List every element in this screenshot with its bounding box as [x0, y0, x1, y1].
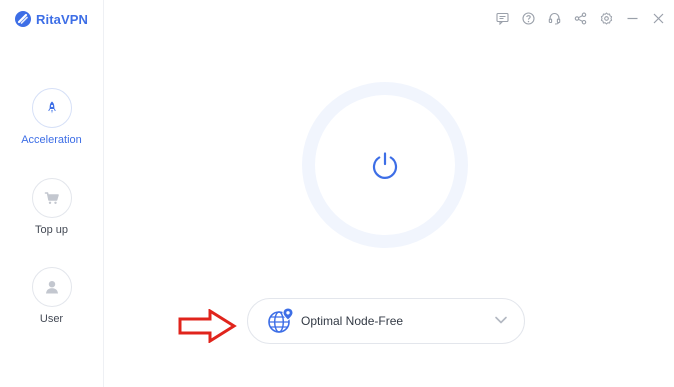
app-logo: RitaVPN	[14, 9, 88, 29]
rocket-icon	[47, 101, 56, 114]
user-icon	[45, 281, 58, 294]
minimize-icon	[627, 17, 637, 19]
share-icon	[574, 12, 586, 24]
minimize-button[interactable]	[624, 10, 640, 26]
message-icon	[495, 12, 509, 25]
settings-button[interactable]	[598, 10, 614, 26]
top-up-icon-circle	[31, 178, 72, 218]
acceleration-icon-circle	[31, 88, 72, 128]
message-button[interactable]	[494, 10, 510, 26]
titlebar-controls	[484, 10, 666, 26]
sidebar-item-acceleration[interactable]: Acceleration	[0, 88, 103, 146]
node-selector[interactable]: Optimal Node-Free	[247, 298, 525, 344]
chevron-down-icon	[495, 316, 507, 324]
user-icon-circle	[31, 267, 72, 307]
node-selector-label: Optimal Node-Free	[301, 314, 404, 328]
settings-icon	[600, 12, 612, 24]
power-button[interactable]	[315, 95, 455, 235]
headset-icon	[548, 12, 560, 24]
ritavpn-logo-icon	[15, 11, 31, 27]
power-button-ring	[302, 82, 468, 248]
power-icon	[372, 152, 398, 179]
close-icon	[653, 13, 663, 23]
app-name: RitaVPN	[36, 11, 88, 27]
sidebar-item-user[interactable]: User	[0, 267, 103, 325]
sidebar-item-top-up[interactable]: Top up	[0, 178, 103, 236]
cart-icon	[44, 192, 59, 204]
app-window: RitaVPN Acceleration Top up User Optimal…	[0, 0, 674, 387]
help-button[interactable]	[520, 10, 536, 26]
support-button[interactable]	[546, 10, 562, 26]
globe-pin-icon	[268, 307, 294, 333]
red-arrow-annotation	[178, 309, 237, 343]
share-button[interactable]	[572, 10, 588, 26]
help-icon	[521, 11, 535, 25]
sidebar-item-label: Acceleration	[21, 134, 82, 146]
sidebar-item-label: User	[39, 313, 64, 325]
sidebar-item-label: Top up	[34, 224, 69, 236]
close-button[interactable]	[650, 10, 666, 26]
sidebar: RitaVPN Acceleration Top up User	[0, 0, 104, 387]
